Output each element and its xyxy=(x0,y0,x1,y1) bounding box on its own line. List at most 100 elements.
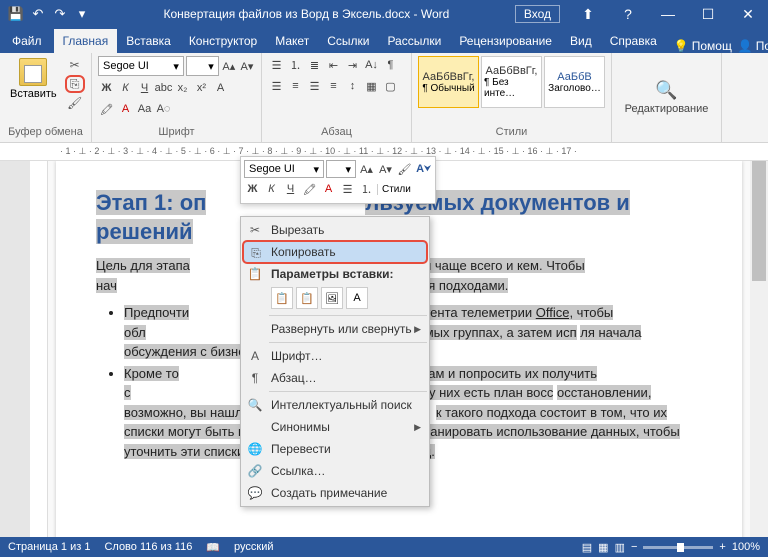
mt-underline-icon[interactable]: Ч xyxy=(282,180,299,198)
font-size-combo[interactable]: ▾ xyxy=(186,56,219,76)
text-effects-icon[interactable]: A xyxy=(212,79,229,97)
bullets-icon[interactable]: ☰ xyxy=(268,56,285,74)
style-heading1[interactable]: АаБбВЗаголово… xyxy=(544,56,605,108)
align-left-icon[interactable]: ☰ xyxy=(268,77,285,95)
increase-indent-icon[interactable]: ⇥ xyxy=(344,56,361,74)
mt-bold-icon[interactable]: Ж xyxy=(244,180,261,198)
mt-numbering-icon[interactable]: ⒈ xyxy=(358,180,375,198)
bold-icon[interactable]: Ж xyxy=(98,79,115,97)
numbering-icon[interactable]: ⒈ xyxy=(287,56,304,74)
borders-icon[interactable]: ▢ xyxy=(382,77,399,95)
zoom-in-icon[interactable]: + xyxy=(719,541,725,553)
mt-grow-icon[interactable]: A▴ xyxy=(358,160,375,178)
cm-font[interactable]: AШрифт… xyxy=(243,345,427,367)
vertical-scrollbar[interactable] xyxy=(750,161,768,537)
zoom-level[interactable]: 100% xyxy=(732,541,760,553)
cm-comment[interactable]: 💬Создать примечание xyxy=(243,482,427,504)
clear-format-icon[interactable]: A◌ xyxy=(155,100,172,118)
help-icon[interactable]: ? xyxy=(608,0,648,28)
tab-file[interactable]: Файл xyxy=(0,29,54,53)
mt-font-combo[interactable]: Segoe UI▾ xyxy=(244,160,324,178)
shrink-font-icon[interactable]: A▾ xyxy=(239,57,255,75)
zoom-out-icon[interactable]: − xyxy=(631,541,637,553)
paste-picture-icon[interactable]: 🖼 xyxy=(321,287,343,309)
line-spacing-icon[interactable]: ↕ xyxy=(344,77,361,95)
redo-icon[interactable]: ↷ xyxy=(50,4,70,24)
tab-view[interactable]: Вид xyxy=(561,29,601,53)
mt-styles-label[interactable]: Стили xyxy=(377,184,411,195)
tell-me[interactable]: 💡 Помощ xyxy=(674,39,732,53)
tab-mailings[interactable]: Рассылки xyxy=(378,29,450,53)
mt-shrink-icon[interactable]: A▾ xyxy=(377,160,394,178)
mt-italic-icon[interactable]: К xyxy=(263,180,280,198)
vertical-ruler[interactable] xyxy=(30,161,48,537)
close-icon[interactable]: ✕ xyxy=(728,0,768,28)
paste-keep-source-icon[interactable]: 📋 xyxy=(271,287,293,309)
qa-more-icon[interactable]: ▾ xyxy=(72,4,92,24)
zoom-slider[interactable] xyxy=(643,546,713,549)
view-print-icon[interactable]: ▦ xyxy=(598,541,608,554)
share-button[interactable]: 👤 Поделиться xyxy=(738,39,768,53)
cut-icon[interactable]: ✂ xyxy=(65,56,85,74)
status-spellcheck-icon[interactable]: 📖 xyxy=(206,541,220,554)
underline-icon[interactable]: Ч xyxy=(136,79,153,97)
decrease-indent-icon[interactable]: ⇤ xyxy=(325,56,342,74)
maximize-icon[interactable]: ☐ xyxy=(688,0,728,28)
cm-smart-lookup[interactable]: 🔍Интеллектуальный поиск xyxy=(243,394,427,416)
paste-button[interactable]: Вставить xyxy=(6,56,61,112)
mt-format-painter-icon[interactable]: 🖌 xyxy=(396,160,413,178)
view-web-icon[interactable]: ▥ xyxy=(615,541,625,554)
scrollbar-thumb[interactable] xyxy=(752,161,766,281)
align-right-icon[interactable]: ☰ xyxy=(306,77,323,95)
tab-design[interactable]: Конструктор xyxy=(180,29,266,53)
font-color-icon[interactable]: A xyxy=(117,100,134,118)
login-button[interactable]: Вход xyxy=(515,5,560,23)
shading-icon[interactable]: ▦ xyxy=(363,77,380,95)
highlight-icon[interactable]: 🖍 xyxy=(98,100,115,118)
copy-icon[interactable]: ⎘ xyxy=(65,75,85,93)
grow-font-icon[interactable]: A▴ xyxy=(221,57,237,75)
multilevel-icon[interactable]: ≣ xyxy=(306,56,323,74)
style-nospacing[interactable]: АаБбВвГг,¶ Без инте… xyxy=(481,56,542,108)
tab-references[interactable]: Ссылки xyxy=(318,29,378,53)
tab-insert[interactable]: Вставка xyxy=(117,29,180,53)
mt-fontcolor-icon[interactable]: A xyxy=(320,180,337,198)
tab-review[interactable]: Рецензирование xyxy=(450,29,561,53)
status-words[interactable]: Слово 116 из 116 xyxy=(104,541,192,553)
tab-layout[interactable]: Макет xyxy=(266,29,318,53)
format-painter-icon[interactable]: 🖌 xyxy=(65,94,85,112)
cm-copy[interactable]: ⎘Копировать xyxy=(243,241,427,263)
save-icon[interactable]: 💾 xyxy=(6,4,26,24)
cm-expand[interactable]: Развернуть или свернуть▶ xyxy=(243,318,427,340)
font-name-combo[interactable]: Segoe UI▾ xyxy=(98,56,184,76)
change-case-icon[interactable]: Aa xyxy=(136,100,153,118)
subscript-icon[interactable]: x₂ xyxy=(174,79,191,97)
cm-paragraph[interactable]: ¶Абзац… xyxy=(243,367,427,389)
cm-synonyms[interactable]: Синонимы▶ xyxy=(243,416,427,438)
cm-link[interactable]: 🔗Ссылка… xyxy=(243,460,427,482)
status-page[interactable]: Страница 1 из 1 xyxy=(8,541,90,553)
mt-highlight-icon[interactable]: 🖍 xyxy=(301,180,318,198)
superscript-icon[interactable]: x² xyxy=(193,79,210,97)
justify-icon[interactable]: ≡ xyxy=(325,77,342,95)
view-read-icon[interactable]: ▤ xyxy=(582,541,592,554)
cm-cut[interactable]: ✂Вырезать xyxy=(243,219,427,241)
paste-text-icon[interactable]: A xyxy=(346,287,368,309)
sort-icon[interactable]: A↓ xyxy=(363,56,380,74)
italic-icon[interactable]: К xyxy=(117,79,134,97)
align-center-icon[interactable]: ≡ xyxy=(287,77,304,95)
mt-styles-icon[interactable]: A⮟ xyxy=(415,160,432,178)
mt-bullets-icon[interactable]: ☰ xyxy=(339,180,356,198)
style-normal[interactable]: АаБбВвГг,¶ Обычный xyxy=(418,56,479,108)
show-marks-icon[interactable]: ¶ xyxy=(382,56,399,74)
tab-home[interactable]: Главная xyxy=(54,29,118,53)
ribbon-options-icon[interactable]: ⬆ xyxy=(568,0,608,28)
tab-help[interactable]: Справка xyxy=(601,29,666,53)
status-language[interactable]: русский xyxy=(234,541,273,553)
strike-icon[interactable]: abc xyxy=(155,79,172,97)
find-icon[interactable]: 🔍 xyxy=(655,80,677,101)
minimize-icon[interactable]: — xyxy=(648,0,688,28)
cm-translate[interactable]: 🌐Перевести xyxy=(243,438,427,460)
undo-icon[interactable]: ↶ xyxy=(28,4,48,24)
mt-size-combo[interactable]: ▾ xyxy=(326,160,356,178)
